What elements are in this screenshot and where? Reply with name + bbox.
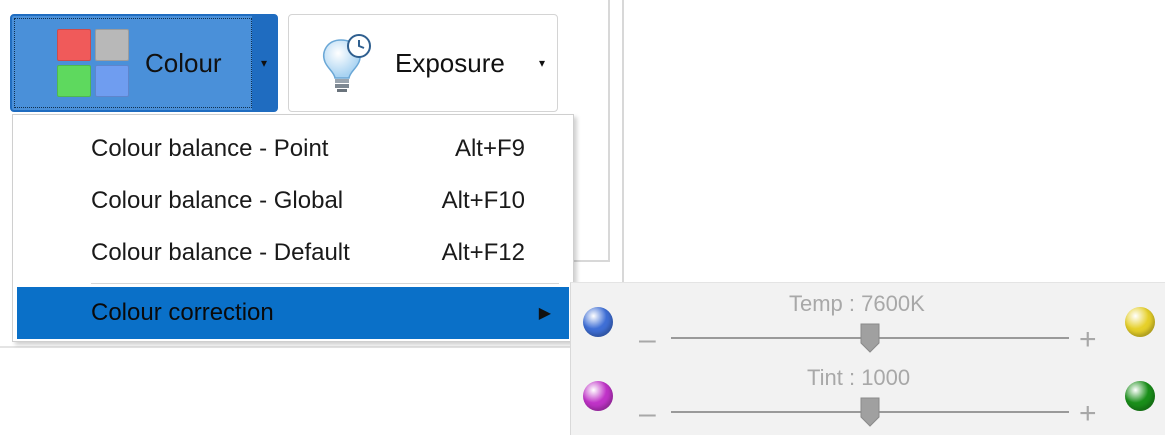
lightbulb-clock-icon <box>323 34 371 92</box>
swatch-red <box>57 29 91 61</box>
colour-dropdown-arrow[interactable]: ▾ <box>252 16 276 110</box>
colour-button-label: Colour <box>145 47 222 78</box>
panel-divider <box>608 0 610 262</box>
panel-divider <box>0 346 572 348</box>
chevron-down-icon: ▾ <box>260 56 268 70</box>
chevron-down-icon: ▾ <box>538 56 546 70</box>
menu-item-label: Colour balance - Global <box>91 187 344 214</box>
menu-item-label: Colour balance - Default <box>91 239 350 266</box>
yellow-orb-icon <box>1125 307 1155 337</box>
exposure-split-button[interactable]: Exposure ▾ <box>288 14 558 112</box>
colour-split-button[interactable]: Colour ▾ <box>10 14 278 112</box>
temp-slider-row: Temp : 7600K – + <box>571 283 1165 359</box>
swatch-blue <box>95 65 129 97</box>
menu-separator <box>91 283 559 284</box>
exposure-button[interactable]: Exposure <box>289 15 527 111</box>
green-orb-icon <box>1125 381 1155 411</box>
panel-divider <box>622 0 624 282</box>
tint-slider-row: Tint : 1000 – + <box>571 359 1165 435</box>
temp-increase[interactable]: + <box>1079 325 1097 355</box>
temp-slider-thumb[interactable] <box>860 323 880 353</box>
colour-dropdown-menu: Colour balance - Point Alt+F9 Colour bal… <box>12 114 574 342</box>
menu-item-colour-balance-point[interactable]: Colour balance - Point Alt+F9 <box>13 123 573 175</box>
menu-item-shortcut: Alt+F12 <box>441 239 525 266</box>
colour-button[interactable]: Colour <box>14 18 252 108</box>
menu-item-shortcut: Alt+F9 <box>454 135 525 162</box>
menu-item-label: Colour balance - Point <box>91 135 329 162</box>
menu-item-colour-balance-default[interactable]: Colour balance - Default Alt+F12 <box>13 227 573 279</box>
temp-label: Temp : 7600K <box>789 291 925 316</box>
colour-correction-submenu: Temp : 7600K – + Tint : 1000 – + <box>570 282 1165 435</box>
temp-decrease[interactable]: – <box>639 325 656 355</box>
chevron-right-icon: ▶ <box>538 305 551 322</box>
menu-item-label: Colour correction <box>91 299 274 326</box>
menu-item-shortcut: Alt+F10 <box>441 187 525 214</box>
tint-label: Tint : 1000 <box>807 365 911 390</box>
swatch-green <box>57 65 91 97</box>
exposure-dropdown-arrow[interactable]: ▾ <box>527 15 557 111</box>
menu-item-colour-correction[interactable]: Colour correction ▶ <box>17 287 569 339</box>
swatch-gray <box>95 29 129 61</box>
purple-orb-icon <box>583 381 613 411</box>
colour-grid-icon <box>57 29 129 97</box>
exposure-button-label: Exposure <box>395 47 505 78</box>
tint-increase[interactable]: + <box>1079 399 1097 429</box>
tint-slider-thumb[interactable] <box>860 397 880 427</box>
menu-item-colour-balance-global[interactable]: Colour balance - Global Alt+F10 <box>13 175 573 227</box>
blue-orb-icon <box>583 307 613 337</box>
tint-decrease[interactable]: – <box>639 399 656 429</box>
